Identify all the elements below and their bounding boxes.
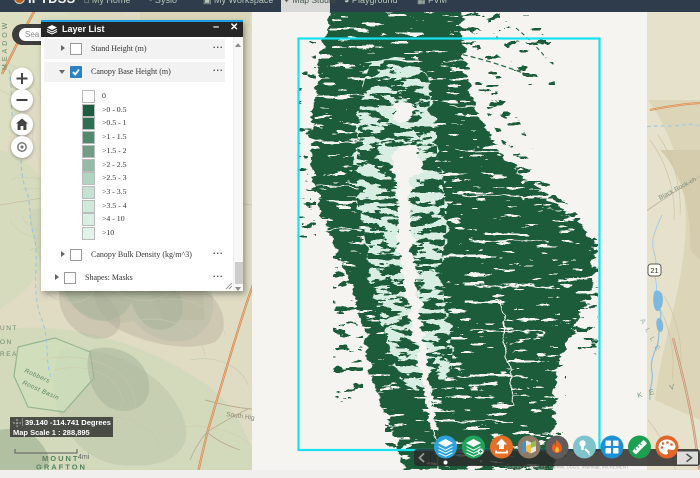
svg-text:21: 21 (650, 266, 658, 275)
svg-text:ON: ON (0, 339, 13, 346)
svg-text:UNT: UNT (0, 325, 18, 332)
svg-text:4mi: 4mi (78, 454, 90, 461)
svg-text:REA: REA (0, 351, 18, 358)
svg-text:MEADOW: MEADOW (2, 20, 9, 70)
